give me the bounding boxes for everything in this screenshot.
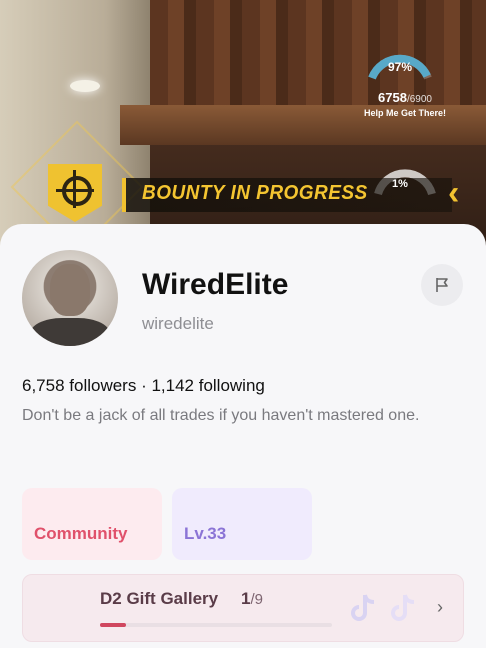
gift-gallery-count: 1/9: [241, 589, 263, 608]
chevron-left-icon[interactable]: ‹: [448, 176, 459, 210]
goal-primary-percent: 97%: [387, 60, 413, 74]
avatar[interactable]: [22, 250, 118, 346]
tiktok-gift-icon: [391, 594, 415, 621]
goal-primary-caption: Help Me Get There!: [363, 108, 446, 118]
level-tile[interactable]: Lv.33: [172, 488, 312, 560]
ceiling-lamp: [70, 80, 100, 92]
bounty-text: BOUNTY IN PROGRESS: [142, 182, 368, 204]
flag-icon: [436, 278, 448, 292]
gift-gallery-row[interactable]: D2 Gift Gallery 1/9 ›: [22, 574, 464, 642]
gift-gallery-progress: [100, 623, 332, 627]
tiktok-gift-icon: [351, 594, 375, 621]
report-button[interactable]: [421, 264, 463, 306]
profile-card: WiredElite wiredelite 6,758 followers · …: [0, 224, 486, 648]
goal-primary-value: 6758/6900: [378, 90, 432, 105]
profile-bio: Don't be a jack of all trades if you hav…: [22, 407, 420, 424]
gift-gallery-progress-fill: [100, 623, 126, 627]
community-tile[interactable]: Community: [22, 488, 162, 560]
goal-secondary-percent: 1%: [392, 178, 408, 190]
community-label: Community: [34, 524, 128, 543]
goal-gauge-primary: [368, 54, 432, 80]
follow-stats: 6,758 followers · 1,142 following: [22, 376, 265, 395]
level-label: Lv.33: [184, 524, 227, 543]
profile-username: WiredElite: [142, 268, 289, 301]
gift-gallery-title: D2 Gift Gallery: [100, 589, 219, 608]
chevron-right-icon: ›: [437, 597, 443, 617]
profile-handle: wiredelite: [142, 314, 214, 333]
bounty-banner-accent: [122, 178, 126, 212]
